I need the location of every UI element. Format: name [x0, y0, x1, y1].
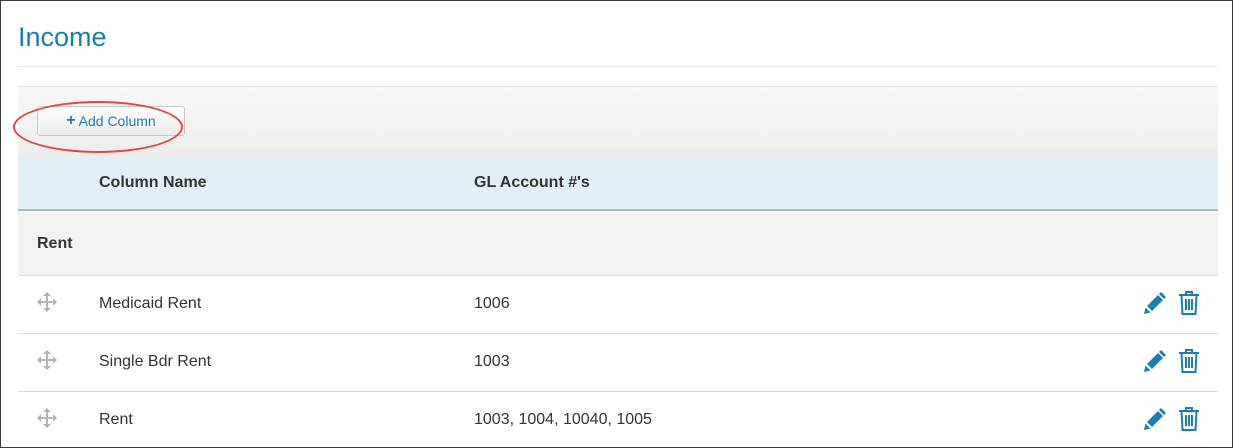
gl-accounts-cell: 1003, 1004, 10040, 1005	[474, 411, 652, 428]
move-icon[interactable]	[37, 350, 57, 370]
trash-icon[interactable]	[1178, 406, 1200, 432]
title-divider	[18, 66, 1218, 67]
table-row: Medicaid Rent 1006	[18, 276, 1218, 334]
move-icon[interactable]	[37, 292, 57, 312]
group-label: Rent	[37, 235, 73, 252]
gl-accounts-cell: 1006	[474, 295, 510, 312]
header-column-name: Column Name	[99, 174, 207, 191]
table-row: Single Bdr Rent 1003	[18, 334, 1218, 392]
toolbar: + Add Column	[18, 86, 1218, 158]
column-name-cell: Medicaid Rent	[99, 295, 202, 312]
group-row-rent: Rent	[18, 211, 1218, 276]
column-name-cell: Rent	[99, 411, 133, 428]
column-name-cell: Single Bdr Rent	[99, 353, 212, 370]
columns-table: Column Name GL Account #'s Rent Medicaid…	[18, 157, 1218, 447]
move-icon[interactable]	[37, 408, 57, 428]
table-header: Column Name GL Account #'s	[18, 157, 1218, 211]
pencil-icon[interactable]	[1142, 292, 1166, 316]
pencil-icon[interactable]	[1142, 408, 1166, 432]
add-column-button[interactable]: + Add Column	[37, 106, 185, 136]
gl-accounts-cell: 1003	[474, 353, 510, 370]
pencil-icon[interactable]	[1142, 350, 1166, 374]
plus-icon: +	[66, 112, 76, 129]
trash-icon[interactable]	[1178, 290, 1200, 316]
table-row: Rent 1003, 1004, 10040, 1005	[18, 392, 1218, 447]
page-title: Income	[18, 22, 107, 52]
header-gl-accounts: GL Account #'s	[474, 174, 590, 191]
income-panel: Income + Add Column Column Name GL Accou…	[0, 0, 1233, 448]
trash-icon[interactable]	[1178, 348, 1200, 374]
add-column-label: Add Column	[78, 113, 156, 129]
